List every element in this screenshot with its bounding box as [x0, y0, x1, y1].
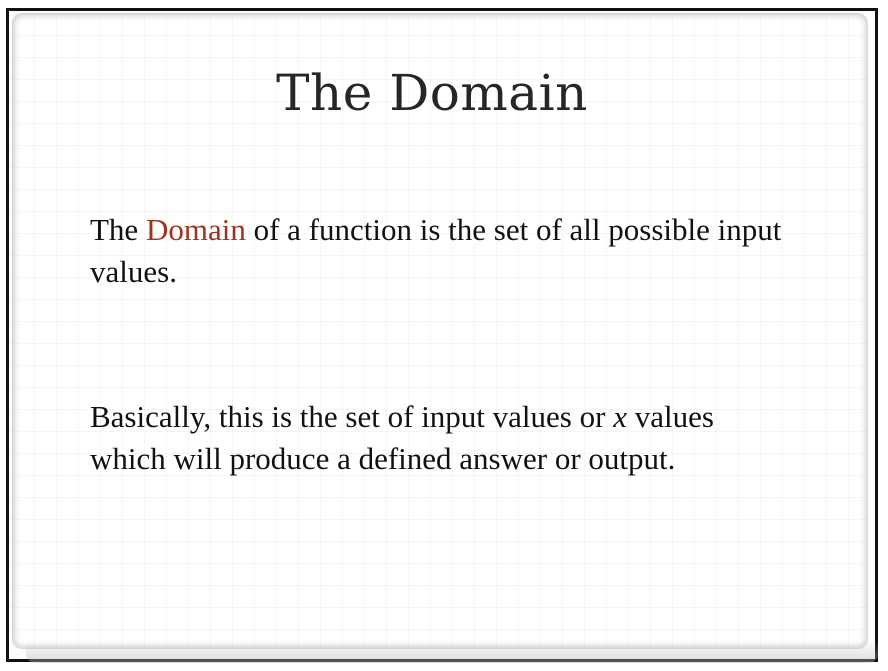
- slide-bottom-shadow: [26, 641, 878, 663]
- domain-keyword: Domain: [145, 212, 246, 247]
- slide-title: The Domain: [276, 64, 588, 122]
- variable-x: x: [613, 399, 627, 434]
- definition-text-start: The: [90, 212, 146, 247]
- slide-canvas: The Domain The Domain of a function is t…: [0, 0, 888, 671]
- explanation-paragraph: Basically, this is the set of input valu…: [90, 396, 790, 480]
- definition-paragraph: The Domain of a function is the set of a…: [90, 209, 790, 293]
- explanation-text-start: Basically, this is the set of input valu…: [90, 399, 614, 434]
